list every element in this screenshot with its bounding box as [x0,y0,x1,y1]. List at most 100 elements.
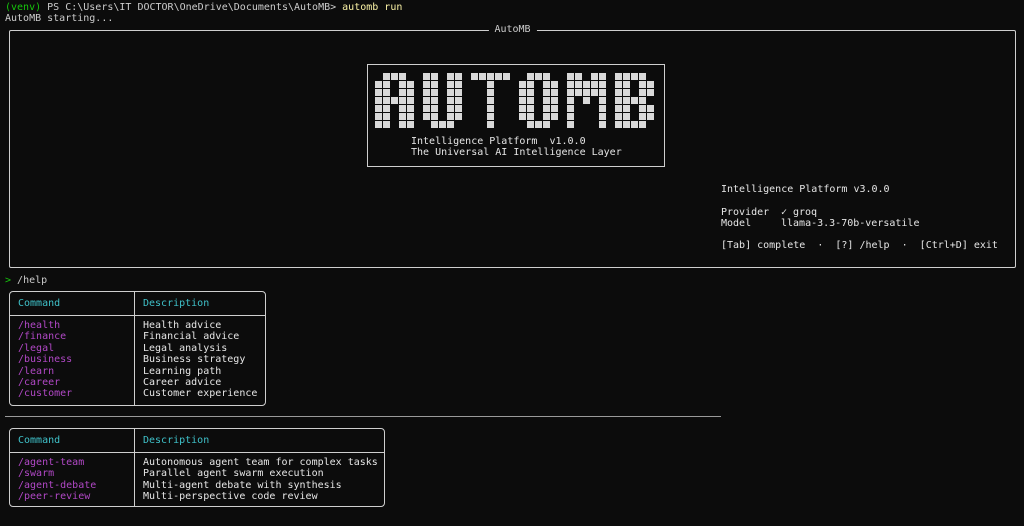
logo-pixel [487,121,494,128]
input-line: > /help [5,275,47,286]
logo-pixel [527,89,534,96]
logo-pixel [543,97,550,104]
logo-pixel [375,113,382,120]
description-cell: Health advice [143,320,222,331]
logo-pixel [447,89,454,96]
logo-pixel [447,97,454,104]
provider-label: Provider [721,207,770,218]
logo-pixel [519,97,526,104]
column-header-description: Description [143,298,210,309]
command-cell: /business [18,354,73,366]
logo-pixel [383,105,390,112]
logo-pixel [407,97,414,104]
logo-pixel [407,113,414,120]
logo-pixel [455,105,462,112]
typed-command: automb run [342,2,403,13]
logo-pixel [447,113,454,120]
logo-pixel [447,81,454,88]
logo-pixel [639,113,646,120]
logo-pixel [551,81,558,88]
logo-pixel [567,73,574,80]
logo-pixel [623,89,630,96]
logo-pixel [615,105,622,112]
logo-pixel [623,113,630,120]
logo-pixel [615,121,622,128]
prompt-path: PS C:\Users\IT DOCTOR\OneDrive\Documents… [41,2,343,13]
logo-pixel [519,113,526,120]
logo-pixel [487,113,494,120]
logo-pixel [567,81,574,88]
logo-pixel [487,89,494,96]
logo-pixel [551,113,558,120]
logo-pixel [375,97,382,104]
logo-pixel [423,97,430,104]
logo-pixel [599,81,606,88]
logo-pixel [391,97,398,104]
logo-pixel [527,81,534,88]
platform-version: Intelligence Platform v3.0.0 [721,184,890,195]
description-cell: Learning path [143,365,222,377]
logo-pixel [631,121,638,128]
logo-pixel [599,105,606,112]
logo-pixel [519,105,526,112]
logo-pixel [639,81,646,88]
logo-pixel [455,81,462,88]
keyboard-shortcuts: [Tab] complete · [?] /help · [Ctrl+D] ex… [721,240,998,251]
command-cell: /legal [18,342,55,354]
logo-pixel [551,97,558,104]
logo-pixel [599,121,606,128]
logo-pixel [623,73,630,80]
command-cell: /health [18,320,61,331]
logo-pixel [447,73,454,80]
column-divider [134,429,135,506]
logo-pixel [375,105,382,112]
header-divider [10,452,384,453]
logo-pixel [439,121,446,128]
logo-pixel [431,89,438,96]
agent-commands-table: Command Description /agent-team Autonomou… [9,428,385,507]
logo-pixel [399,81,406,88]
automb-logo [375,73,654,128]
model-label: Model [721,218,752,229]
logo-pixel [383,89,390,96]
logo-pixel [423,73,430,80]
column-header-command: Command [18,298,61,309]
logo-pixel [615,97,622,104]
logo-pixel [431,121,438,128]
column-header-description: Description [143,435,210,446]
logo-pixel [599,97,606,104]
description-cell: Autonomous agent team for complex tasks [143,457,378,468]
description-cell: Financial advice [143,331,240,343]
logo-pixel [543,73,550,80]
logo-box: Intelligence Platform v1.0.0 The Univers… [367,64,665,167]
logo-pixel [543,89,550,96]
logo-pixel [431,73,438,80]
logo-pixel [399,89,406,96]
logo-pixel [383,121,390,128]
logo-pixel [575,73,582,80]
logo-pixel [431,97,438,104]
column-divider [134,292,135,405]
logo-pixel [487,105,494,112]
logo-pixel [615,89,622,96]
logo-pixel [583,97,590,104]
status-line: AutoMB starting... [5,13,114,24]
logo-pixel [615,113,622,120]
logo-pixel [479,73,486,80]
logo-pixel [535,121,542,128]
logo-pixel [639,97,646,104]
command-cell: /learn [18,365,55,377]
logo-pixel [407,81,414,88]
logo-pixel [431,113,438,120]
logo-pixel [567,105,574,112]
column-header-command: Command [18,435,61,446]
logo-pixel [599,73,606,80]
logo-pixel [375,121,382,128]
logo-pixel [543,121,550,128]
logo-pixel [503,73,510,80]
commands-table: Command Description /health Health advice… [9,291,266,406]
logo-pixel [455,73,462,80]
logo-pixel [527,121,534,128]
logo-pixel [527,97,534,104]
header-divider [10,315,265,316]
